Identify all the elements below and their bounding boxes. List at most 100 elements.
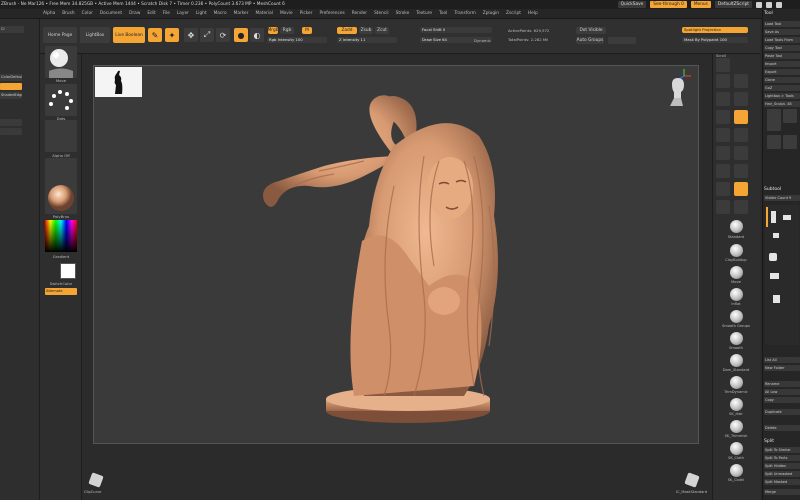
scroll-icon[interactable] (716, 58, 730, 72)
mrgb-button[interactable]: Mrgb (268, 27, 278, 34)
alternate-button[interactable]: Alternate (45, 288, 77, 295)
rgb-button[interactable]: Rgb (280, 27, 294, 34)
quicksave-button[interactable]: QuickSave (617, 1, 647, 8)
focal-shift-slider[interactable]: Focal Shift 0 (420, 27, 492, 33)
edit-mode-icon[interactable]: ✎ (148, 28, 162, 42)
left-panel-item[interactable]: Cl (0, 26, 24, 33)
material-thumbnail[interactable] (45, 182, 77, 214)
scale-mode-icon[interactable]: ⤢ (200, 28, 214, 42)
switch-color-label[interactable]: SwitchColor (40, 281, 82, 286)
transp-icon[interactable] (716, 182, 730, 196)
menu-texture[interactable]: Texture (416, 11, 432, 16)
menu-render[interactable]: Render (352, 11, 367, 16)
brush-move-icon[interactable] (730, 266, 743, 279)
copy-tool-button[interactable]: Copy Tool (764, 45, 800, 51)
tool-thumb-hair-sculpt[interactable] (767, 109, 781, 131)
floor-icon[interactable] (734, 110, 748, 124)
brush-dam-standard-icon[interactable] (730, 354, 743, 367)
actual-icon[interactable] (734, 74, 748, 88)
m-button[interactable]: M (302, 27, 312, 34)
menu-zplugin[interactable]: Zplugin (483, 11, 499, 16)
zadd-button[interactable]: Zadd (337, 27, 357, 34)
tool-thumb-simplebrush[interactable] (767, 135, 781, 149)
split-masked-button[interactable]: Split Masked (764, 479, 800, 485)
frame-icon[interactable] (734, 128, 748, 142)
tool-thumb-cylinder3d[interactable] (783, 135, 797, 149)
z-intensity-slider[interactable]: Z Intensity 11 (337, 37, 397, 43)
brush-claybuildup-icon[interactable] (730, 244, 743, 257)
left-panel-item-active[interactable] (0, 83, 22, 90)
dot-visible-button[interactable]: Dot Visible (576, 27, 606, 34)
menu-zscript[interactable]: Zscript (506, 11, 521, 16)
tool-thumb-polymesh3d[interactable] (783, 109, 797, 123)
dynamic-icon[interactable] (734, 92, 748, 106)
menu-macro[interactable]: Macro (214, 11, 227, 16)
split-header[interactable]: Split (764, 439, 774, 444)
minimize-icon[interactable] (756, 1, 762, 8)
zcut-button[interactable]: Zcut (375, 27, 389, 34)
current-tool-label[interactable]: Hair_Sculpt. 48 (764, 101, 800, 107)
menu-help[interactable]: Help (528, 11, 538, 16)
menus-button[interactable]: Menus (690, 1, 711, 8)
clip-curve-icon[interactable] (88, 472, 104, 488)
mask-by-polypaint-slider[interactable]: Mask By Polypaint 100 (682, 37, 748, 43)
menu-edit[interactable]: Edit (147, 11, 155, 16)
persp-icon[interactable] (716, 110, 730, 124)
left-panel-item[interactable] (0, 128, 22, 135)
clone-button[interactable]: Clone (764, 77, 800, 83)
document-canvas[interactable] (93, 65, 699, 444)
solo-icon[interactable] (716, 200, 730, 214)
split-unmasked-button[interactable]: Split Unmasked (764, 471, 800, 477)
menu-light[interactable]: Light (196, 11, 207, 16)
brush-sk-trimmish-icon[interactable] (730, 420, 743, 433)
brush-sk-hair-icon[interactable] (730, 398, 743, 411)
mask-standard-icon[interactable] (684, 472, 700, 488)
brush-smooth-icon[interactable] (730, 332, 743, 345)
delete-button[interactable]: Delete (764, 425, 800, 431)
lightbox-button[interactable]: LightBox (80, 27, 110, 43)
import-button[interactable]: Import (764, 61, 800, 67)
auto-groups-button-2[interactable] (608, 37, 636, 44)
menu-movie[interactable]: Movie (280, 11, 293, 16)
xpose-icon[interactable] (734, 200, 748, 214)
dynamic-label[interactable]: Dynamic (474, 38, 491, 43)
zoom-icon[interactable] (716, 74, 730, 88)
menu-brush[interactable]: Brush (62, 11, 74, 16)
subtool-list[interactable] (765, 205, 799, 345)
copy-button[interactable]: Copy (764, 397, 800, 403)
menu-tool[interactable]: Tool (439, 11, 447, 16)
brush-inflat-icon[interactable] (730, 288, 743, 301)
texture-sphere-icon[interactable]: ◐ (250, 28, 264, 42)
new-folder-button[interactable]: New Folder (764, 365, 800, 371)
draw-mode-icon[interactable]: ✦ (165, 28, 179, 42)
brush-trimdynamic-icon[interactable] (730, 376, 743, 389)
brush-standard-icon[interactable] (730, 220, 743, 233)
main-color-swatch[interactable] (60, 263, 76, 279)
see-through-slider[interactable]: See-through 0 (650, 1, 687, 8)
merge-button[interactable]: Merge (764, 489, 800, 495)
brush-sk-clothi-icon[interactable] (730, 464, 743, 477)
polyf-icon[interactable] (734, 164, 748, 178)
menu-color[interactable]: Color (82, 11, 93, 16)
save-as-button[interactable]: Save As (764, 29, 800, 35)
spotlight-slider[interactable]: Spotlight Projection (682, 27, 748, 33)
aahalf-icon[interactable] (716, 92, 730, 106)
left-panel-item[interactable] (0, 119, 22, 126)
goz-button[interactable]: GoZ (764, 85, 800, 91)
stroke-thumbnail[interactable] (45, 84, 77, 116)
rename-button[interactable]: Rename (764, 381, 800, 387)
menu-material[interactable]: Material (255, 11, 272, 16)
paste-tool-button[interactable]: Paste Tool (764, 53, 800, 59)
list-all-button[interactable]: List All (764, 357, 800, 363)
color-picker[interactable] (45, 220, 77, 252)
menu-stroke[interactable]: Stroke (396, 11, 410, 16)
menu-picker[interactable]: Picker (300, 11, 313, 16)
close-icon[interactable] (776, 1, 782, 8)
live-boolean-button[interactable]: Live Boolean (113, 27, 145, 43)
menu-marker[interactable]: Marker (234, 11, 249, 16)
menu-draw[interactable]: Draw (129, 11, 140, 16)
load-tools-from-button[interactable]: Load Tools From (764, 37, 800, 43)
lightbox-tools-button[interactable]: Lightbox > Tools (764, 93, 800, 99)
material-sphere-icon[interactable]: ● (234, 28, 248, 42)
move-icon[interactable] (716, 146, 730, 160)
